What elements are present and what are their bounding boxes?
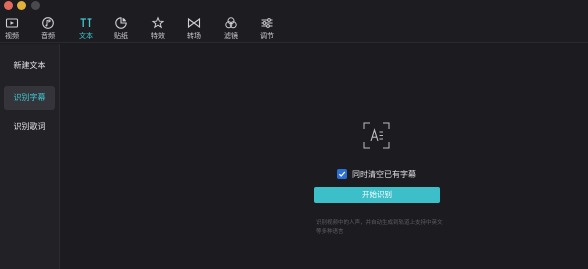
tab-sticker[interactable]: 贴纸 (111, 14, 131, 42)
sidebar-item-recognize-subtitles[interactable]: 识别字幕 (4, 86, 55, 110)
sticker-icon (115, 17, 127, 29)
tab-video-label: 视频 (5, 32, 19, 40)
tab-video[interactable]: 视频 (2, 14, 22, 42)
tab-transition[interactable]: 转场 (184, 14, 204, 42)
tab-filter[interactable]: 滤镜 (221, 14, 241, 42)
app-window: 视频 音频 文本 贴纸 特效 转场 滤镜 调节 新建文本 识别字幕 识别歌词 同… (0, 0, 588, 269)
close-window-button[interactable] (4, 1, 13, 10)
tab-filter-label: 滤镜 (224, 32, 238, 40)
checkmark-icon (338, 171, 346, 177)
tab-adjust[interactable]: 调节 (257, 14, 277, 42)
effects-icon (151, 16, 165, 29)
clear-subtitles-label: 同时清空已有字幕 (352, 169, 416, 179)
tab-effects[interactable]: 特效 (148, 14, 168, 42)
maximize-window-button[interactable] (31, 1, 40, 10)
tab-transition-label: 转场 (187, 32, 201, 40)
media-toolbar: 视频 音频 文本 贴纸 特效 转场 滤镜 调节 (0, 13, 588, 43)
sidebar-item-new-text[interactable]: 新建文本 (4, 54, 55, 78)
tab-effects-label: 特效 (151, 32, 165, 40)
recognition-hint-text: 识别视频中的人声，并自动生成到轨道上支持中英文等多种语言 (316, 220, 443, 235)
video-icon (5, 18, 19, 28)
tab-audio[interactable]: 音频 (38, 14, 58, 42)
tab-sticker-label: 贴纸 (114, 32, 128, 40)
tab-audio-label: 音频 (41, 32, 55, 40)
recognize-text-icon (363, 122, 390, 149)
tab-text-label: 文本 (79, 32, 93, 40)
title-bar (0, 0, 588, 13)
minimize-window-button[interactable] (17, 1, 26, 10)
start-recognition-button[interactable]: 开始识别 (314, 187, 440, 203)
text-sidebar: 新建文本 识别字幕 识别歌词 (0, 44, 60, 269)
tab-text[interactable]: 文本 (76, 14, 96, 42)
sidebar-item-recognize-lyrics[interactable]: 识别歌词 (4, 115, 55, 139)
clear-subtitles-option: 同时清空已有字幕 (337, 168, 416, 180)
text-icon (80, 18, 92, 27)
audio-icon (42, 17, 54, 29)
clear-subtitles-checkbox[interactable] (337, 169, 347, 179)
transition-icon (187, 17, 201, 29)
adjust-icon (261, 18, 273, 28)
tab-adjust-label: 调节 (260, 32, 274, 40)
filter-icon (225, 17, 237, 29)
